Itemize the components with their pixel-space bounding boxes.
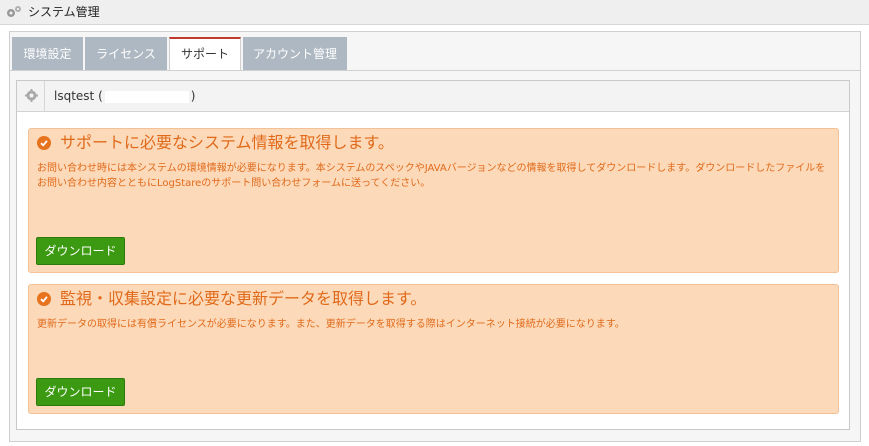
page-title: システム管理 xyxy=(28,5,100,19)
check-circle-icon xyxy=(37,136,51,150)
tab-license[interactable]: ライセンス xyxy=(85,37,167,71)
gears-icon xyxy=(7,6,21,17)
tab-divider xyxy=(9,70,861,71)
server-panel-header: lsqtest () xyxy=(17,81,849,112)
section-description: お問い合わせ時には本システムの環境情報が必要になります。本システムのスペックやJ… xyxy=(37,163,826,189)
download-system-info-button[interactable]: ダウンロード xyxy=(36,237,125,265)
section-description: 更新データの取得には有償ライセンスが必要になります。また、更新データを取得する際… xyxy=(37,319,625,330)
server-settings-cell[interactable] xyxy=(17,81,45,111)
gear-icon[interactable] xyxy=(25,89,38,102)
section-heading: 監視・収集設定に必要な更新データを取得します。 xyxy=(60,289,427,308)
support-info-section: サポートに必要なシステム情報を取得します。 お問い合わせ時には本システムの環境情… xyxy=(28,128,839,273)
title-bar: システム管理 xyxy=(0,0,869,25)
check-circle-icon xyxy=(37,292,51,306)
redacted-hostname xyxy=(104,90,189,103)
server-name: lsqtest () xyxy=(54,89,195,103)
download-update-data-button[interactable]: ダウンロード xyxy=(36,378,125,406)
tab-support[interactable]: サポート xyxy=(169,37,241,71)
section-heading: サポートに必要なシステム情報を取得します。 xyxy=(60,133,394,152)
server-name-suffix: ) xyxy=(190,89,196,103)
tab-bar: 環境設定 ライセンス サポート アカウント管理 xyxy=(12,37,349,71)
update-data-section: 監視・収集設定に必要な更新データを取得します。 更新データの取得には有償ライセン… xyxy=(28,284,839,414)
tab-environment-settings[interactable]: 環境設定 xyxy=(12,37,83,71)
server-name-prefix: lsqtest ( xyxy=(54,89,103,103)
tab-account-management[interactable]: アカウント管理 xyxy=(243,37,347,71)
